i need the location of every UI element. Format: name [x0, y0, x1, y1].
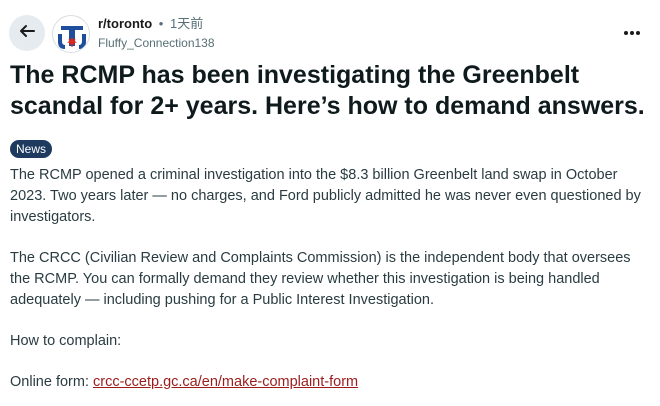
- body-paragraph: The CRCC (Civilian Review and Complaints…: [10, 250, 631, 308]
- post-age: 1天前: [169, 16, 204, 31]
- body-paragraph: How to complain:: [10, 333, 122, 349]
- online-form-label: Online form:: [10, 374, 93, 390]
- meta-separator: •: [158, 16, 164, 31]
- toronto-logo-icon: [54, 17, 89, 52]
- subreddit-avatar[interactable]: [52, 15, 90, 53]
- post-flair[interactable]: News: [10, 140, 53, 158]
- post-body: The RCMP opened a criminal investigation…: [10, 165, 652, 406]
- back-button[interactable]: [9, 15, 45, 51]
- online-form-line: Online form: crcc-ccetp.gc.ca/en/make-co…: [10, 372, 652, 393]
- complaint-form-link[interactable]: crcc-ccetp.gc.ca/en/make-complaint-form: [93, 374, 358, 390]
- more-options-icon: [624, 31, 640, 35]
- arrow-left-icon: [18, 22, 36, 45]
- more-options-button[interactable]: [618, 22, 646, 44]
- body-paragraph: The RCMP opened a criminal investigation…: [10, 167, 641, 225]
- post-header: r/toronto • 1天前 Fluffy_Connection138: [0, 0, 660, 58]
- post-title: The RCMP has been investigating the Gree…: [10, 61, 645, 120]
- author-name[interactable]: Fluffy_Connection138: [98, 35, 215, 51]
- subreddit-name[interactable]: r/toronto: [98, 16, 152, 31]
- post-meta: r/toronto • 1天前 Fluffy_Connection138: [98, 16, 215, 51]
